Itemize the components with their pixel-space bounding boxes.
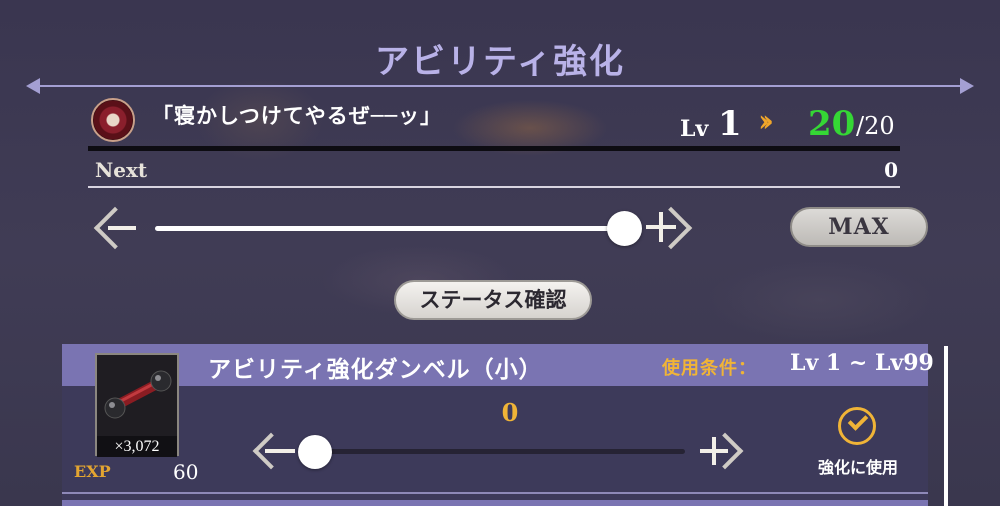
use-condition-label: 使用条件： xyxy=(662,358,757,379)
next-label: Next xyxy=(95,158,148,182)
level-slider-track[interactable] xyxy=(155,226,625,231)
new-level: 20 xyxy=(808,104,856,144)
level-slider-handle[interactable] xyxy=(607,211,642,246)
item-slider-handle[interactable] xyxy=(298,435,332,469)
level-label: Lv xyxy=(680,116,709,142)
title-divider-left-arrow xyxy=(26,78,40,94)
status-check-button[interactable]: ステータス確認 xyxy=(394,280,592,320)
next-divider xyxy=(88,186,900,188)
title-divider-right-arrow xyxy=(960,78,974,94)
use-quantity: 0 xyxy=(501,398,519,427)
item-slider-track[interactable] xyxy=(300,449,685,454)
panel-divider xyxy=(62,492,928,494)
current-level: 1 xyxy=(718,104,742,144)
ability-emblem-icon xyxy=(91,98,135,142)
decrease-button[interactable] xyxy=(108,226,136,230)
next-value: 0 xyxy=(884,158,898,182)
item-decrease-button[interactable] xyxy=(265,449,295,453)
item-name: アビリティ強化ダンベル（小） xyxy=(208,356,543,383)
level-up-arrow-icon: ›› xyxy=(758,104,774,139)
max-button[interactable]: MAX xyxy=(790,207,928,247)
exp-progress-bar xyxy=(88,146,900,151)
exp-label: EXP xyxy=(74,462,111,481)
use-condition-value: Lv 1 ~ Lv99 xyxy=(790,350,934,376)
title-divider xyxy=(40,85,960,87)
next-item-header xyxy=(62,500,928,506)
scrollbar[interactable] xyxy=(944,346,948,506)
ability-name: 「寝かしつけてやるぜ──ッ」 xyxy=(152,103,443,128)
max-level: /20 xyxy=(856,112,895,140)
page-title: アビリティ強化 xyxy=(375,42,625,82)
exp-value: 60 xyxy=(173,460,199,484)
use-for-enhance-label[interactable]: 強化に使用 xyxy=(810,454,906,478)
item-count: ×3,072 xyxy=(97,436,177,457)
